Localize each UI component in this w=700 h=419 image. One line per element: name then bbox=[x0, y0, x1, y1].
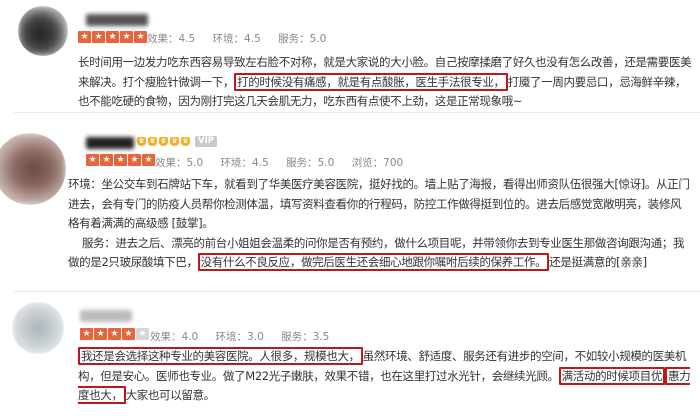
rating-stars: ★ ★ ★ ★ ★ bbox=[86, 154, 155, 166]
effect-score: 效果：4.5 bbox=[147, 33, 196, 45]
avatar[interactable] bbox=[12, 302, 64, 354]
view-count: 浏览：700 bbox=[351, 157, 404, 169]
environment-score: 环境：3.0 bbox=[215, 331, 264, 343]
service-score: 服务：5.0 bbox=[278, 33, 327, 45]
star-icon: ★ bbox=[78, 31, 91, 43]
rating-breakdown: 效果：4.5 环境：4.5 服务：5.0 bbox=[147, 31, 340, 46]
star-icon: ★ bbox=[94, 328, 107, 340]
star-icon: ★ bbox=[114, 154, 127, 166]
highlight-box: 满活动的时候项目优 bbox=[558, 366, 666, 385]
rating-breakdown: 效果：4.0 环境：3.0 服务：3.5 bbox=[150, 329, 343, 344]
review-text: 我还是会选择这种专业的美容医院。人很多，规模也大， 虽然环境、舒适度、服务还有进步… bbox=[78, 347, 691, 404]
crown-icon: ♛ bbox=[159, 137, 168, 146]
service-score: 服务：3.5 bbox=[281, 331, 330, 343]
username-blurred[interactable] bbox=[86, 137, 134, 149]
effect-score: 效果：4.0 bbox=[150, 331, 199, 343]
avatar[interactable] bbox=[18, 6, 68, 56]
vip-badge: VIP bbox=[195, 136, 217, 147]
rating-breakdown: 效果：5.0 环境：4.5 服务：5.0 浏览：700 bbox=[155, 155, 417, 170]
crown-icon: ♛ bbox=[137, 137, 146, 146]
star-icon: ★ bbox=[120, 31, 133, 43]
crown-icon: ♛ bbox=[181, 137, 190, 146]
star-icon: ★ bbox=[86, 154, 99, 166]
highlight-box: 打的时候没有痛感，就是有点酸胀，医生手法很专业， bbox=[234, 72, 508, 91]
avatar[interactable] bbox=[0, 133, 66, 205]
effect-score: 效果：5.0 bbox=[155, 157, 204, 169]
highlight-box: 没有什么不良反应，做完后医生还会细心地跟你嘱咐后续的保养工作。 bbox=[197, 253, 550, 271]
star-icon: ★ bbox=[136, 328, 149, 340]
crown-icon: ♛ bbox=[170, 137, 179, 146]
rating-stars: ★ ★ ★ ★ ★ bbox=[80, 328, 149, 340]
star-icon: ★ bbox=[100, 154, 113, 166]
star-icon: ★ bbox=[134, 31, 147, 43]
star-icon: ★ bbox=[128, 154, 141, 166]
environment-score: 环境：4.5 bbox=[220, 157, 269, 169]
environment-score: 环境：4.5 bbox=[212, 33, 261, 45]
crown-icon: ♛ bbox=[148, 137, 157, 146]
star-icon: ★ bbox=[142, 154, 155, 166]
star-icon: ★ bbox=[80, 328, 93, 340]
username-blurred[interactable] bbox=[80, 310, 132, 322]
highlight-box: 我还是会选择这种专业的美容医院。人很多，规模也大， bbox=[78, 347, 363, 365]
review-text: 环境：坐公交车到石牌站下车，就看到了华美医疗美容医院，挺好找的。墙上贴了海报，看… bbox=[68, 177, 690, 271]
review-card-2: ♛ ♛ ♛ ♛ ♛ VIP ★ ★ ★ ★ ★ 效果：5.0 环境：4.5 服务… bbox=[0, 113, 700, 291]
rating-stars: ★ ★ ★ ★ ★ bbox=[78, 31, 147, 43]
username-blurred[interactable] bbox=[86, 14, 148, 26]
star-icon: ★ bbox=[108, 328, 121, 340]
star-icon: ★ bbox=[122, 328, 135, 340]
service-score: 服务：5.0 bbox=[286, 157, 335, 169]
member-level: ♛ ♛ ♛ ♛ ♛ VIP bbox=[137, 136, 217, 147]
star-icon: ★ bbox=[92, 31, 105, 43]
review-text: 长时间用一边发力吃东西容易导致左右脸不对称，就是大家说的大小脸。自己按摩揉磨了好… bbox=[78, 55, 692, 108]
star-icon: ★ bbox=[106, 31, 119, 43]
review-card-3: ★ ★ ★ ★ ★ 效果：4.0 环境：3.0 服务：3.5 我还是会选择这种专… bbox=[0, 292, 700, 419]
review-card-1: ★ ★ ★ ★ ★ 效果：4.5 环境：4.5 服务：5.0 长时间用一边发力吃… bbox=[0, 0, 700, 112]
